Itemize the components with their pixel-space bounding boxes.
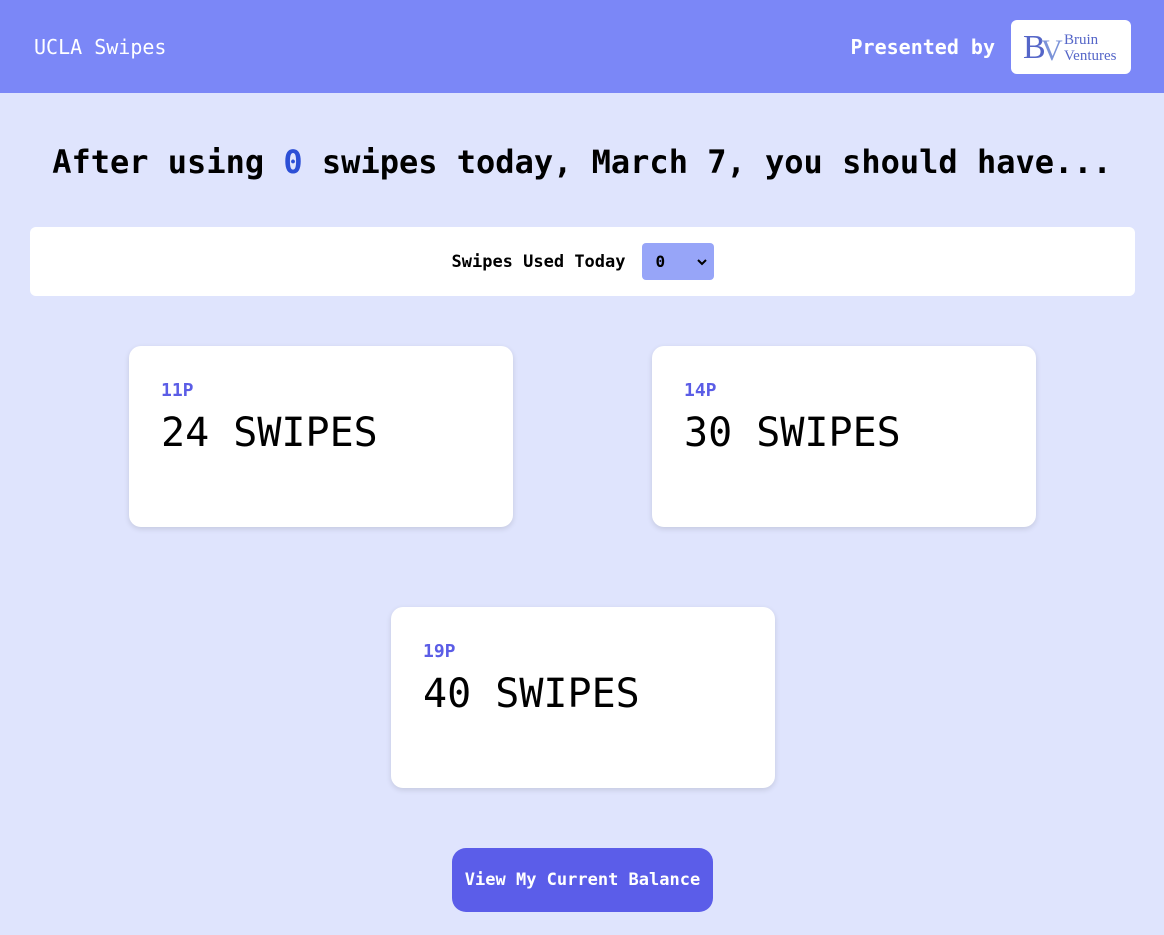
card-time: 11P bbox=[161, 380, 194, 401]
card-time: 14P bbox=[684, 380, 717, 401]
card-swipes: 40 SWIPES bbox=[423, 671, 640, 717]
bruin-ventures-logo-mark: B V Bruin Ventures bbox=[1023, 29, 1117, 67]
presented-by-label: Presented by bbox=[850, 34, 996, 59]
svg-text:Bruin: Bruin bbox=[1064, 32, 1099, 48]
bruin-ventures-logo[interactable]: B V Bruin Ventures bbox=[1011, 19, 1131, 74]
top-header: UCLA Swipes Presented by B V Bruin Ventu… bbox=[0, 0, 1164, 93]
app-title: UCLA Swipes bbox=[34, 34, 167, 59]
headline-count: 0 bbox=[283, 143, 303, 181]
card-time: 19P bbox=[423, 641, 456, 662]
card-swipes: 24 SWIPES bbox=[161, 410, 378, 456]
card-swipes: 30 SWIPES bbox=[684, 410, 901, 456]
headline-prefix: After using bbox=[52, 143, 265, 181]
swipes-used-select[interactable]: 0 bbox=[641, 243, 714, 280]
swipe-card: 19P 40 SWIPES bbox=[391, 607, 775, 788]
svg-text:Ventures: Ventures bbox=[1064, 48, 1117, 64]
headline-suffix: swipes today, March 7, you should have..… bbox=[321, 143, 1112, 181]
swipes-used-value: 0 bbox=[655, 252, 666, 271]
svg-text:V: V bbox=[1041, 34, 1063, 67]
swipe-card: 14P 30 SWIPES bbox=[652, 346, 1036, 527]
swipes-selector-bar: Swipes Used Today 0 bbox=[30, 227, 1135, 296]
view-balance-button[interactable]: View My Current Balance bbox=[452, 848, 713, 912]
headline: After using 0 swipes today, March 7, you… bbox=[0, 93, 1164, 213]
swipes-used-label: Swipes Used Today bbox=[451, 251, 626, 272]
swipe-card: 11P 24 SWIPES bbox=[129, 346, 513, 527]
chevron-down-icon bbox=[696, 258, 707, 265]
presented-by: Presented by B V Bruin Ventures bbox=[850, 19, 1131, 74]
